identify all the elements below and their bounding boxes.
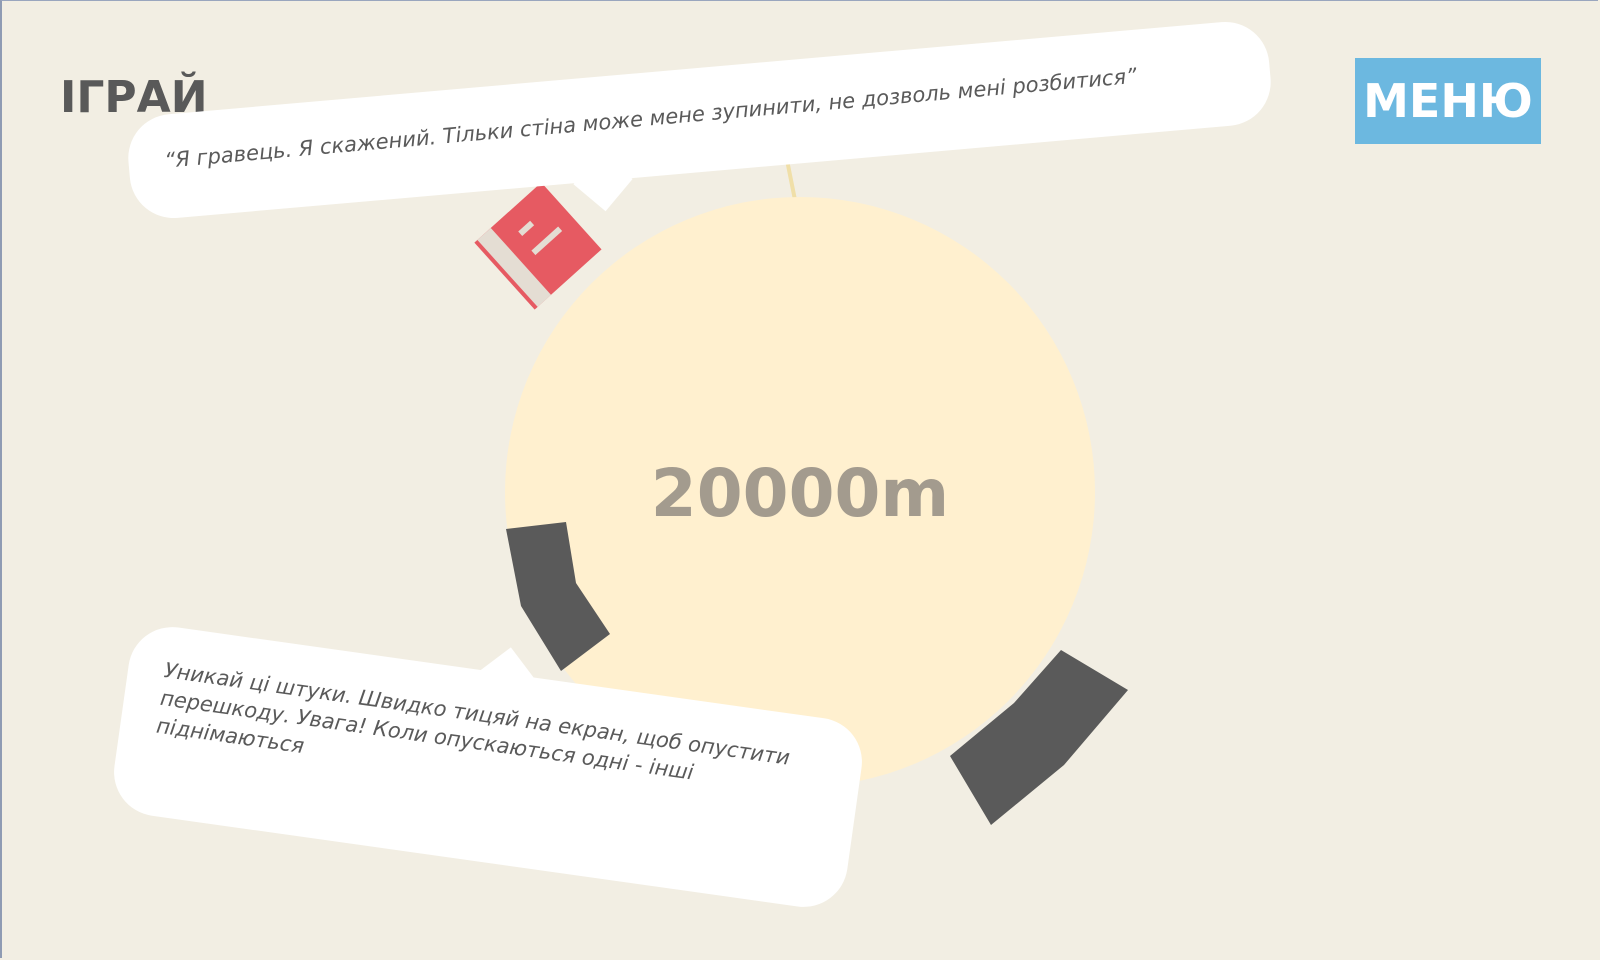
- player-runner: [474, 182, 602, 310]
- distance-counter: 20000m: [650, 455, 950, 532]
- menu-button[interactable]: МЕНЮ: [1355, 58, 1541, 144]
